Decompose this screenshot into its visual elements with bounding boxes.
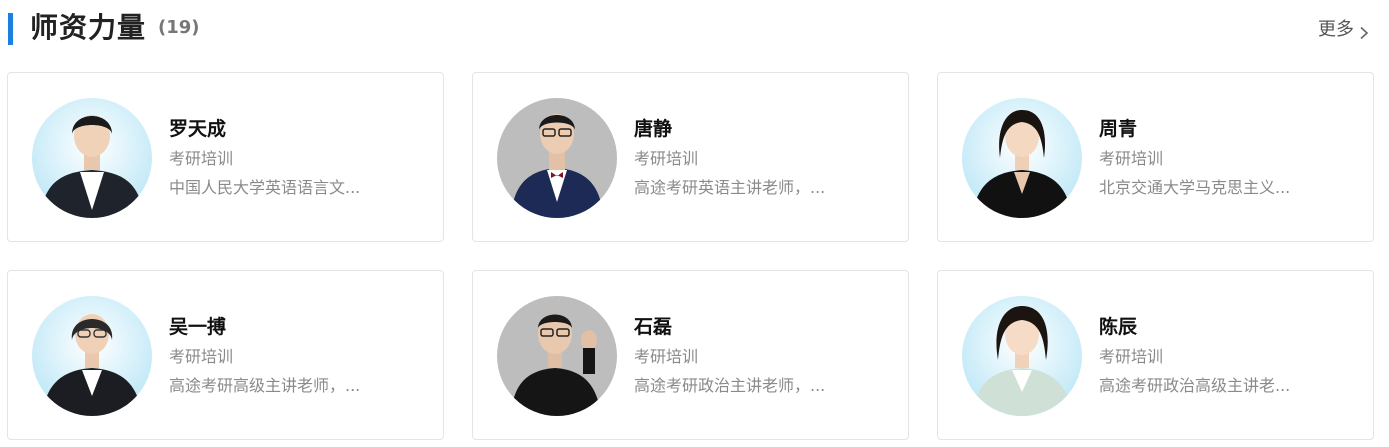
teacher-count: (19) [158, 17, 200, 38]
teacher-card[interactable]: 罗天成 考研培训 中国人民大学英语语言文... [7, 72, 444, 242]
teacher-name: 周青 [1099, 118, 1138, 140]
teacher-card[interactable]: 石磊 考研培训 高途考研政治主讲老师，... [472, 270, 909, 440]
section-header: 师资力量 (19) 更多 [0, 0, 1389, 60]
teacher-category: 考研培训 [634, 149, 699, 168]
teacher-category: 考研培训 [634, 347, 699, 366]
teacher-name: 陈辰 [1099, 316, 1138, 338]
teacher-description: 高途考研英语主讲老师，... [634, 178, 826, 197]
teacher-description: 高途考研政治主讲老师，... [634, 376, 826, 395]
teacher-avatar [497, 296, 617, 416]
teacher-avatar [497, 98, 617, 218]
teacher-card[interactable]: 唐静 考研培训 高途考研英语主讲老师，... [472, 72, 909, 242]
title-accent-bar [8, 13, 13, 45]
teacher-category: 考研培训 [169, 149, 234, 168]
teacher-name: 罗天成 [169, 118, 227, 140]
teacher-description: 中国人民大学英语语言文... [169, 178, 361, 197]
teacher-card[interactable]: 陈辰 考研培训 高途考研政治高级主讲老... [937, 270, 1374, 440]
teacher-avatar [962, 296, 1082, 416]
teacher-category: 考研培训 [169, 347, 234, 366]
chevron-right-icon [1357, 23, 1371, 40]
more-label: 更多 [1318, 19, 1354, 40]
more-link[interactable]: 更多 [1318, 18, 1371, 42]
teacher-category: 考研培训 [1099, 149, 1164, 168]
teacher-name: 吴一搏 [169, 316, 227, 338]
teacher-description: 北京交通大学马克思主义... [1099, 178, 1291, 197]
teacher-card[interactable]: 吴一搏 考研培训 高途考研高级主讲老师，... [7, 270, 444, 440]
teacher-card[interactable]: 周青 考研培训 北京交通大学马克思主义... [937, 72, 1374, 242]
section-title: 师资力量 [30, 11, 147, 44]
teacher-category: 考研培训 [1099, 347, 1164, 366]
teacher-grid: 罗天成 考研培训 中国人民大学英语语言文... 唐静 考研培训 高途考研英语主讲… [7, 72, 1375, 440]
teacher-avatar [962, 98, 1082, 218]
teacher-name: 石磊 [634, 316, 673, 338]
teacher-description: 高途考研高级主讲老师，... [169, 376, 361, 395]
teacher-avatar [32, 98, 152, 218]
teacher-avatar [32, 296, 152, 416]
teacher-name: 唐静 [634, 118, 673, 140]
teacher-description: 高途考研政治高级主讲老... [1099, 376, 1291, 395]
